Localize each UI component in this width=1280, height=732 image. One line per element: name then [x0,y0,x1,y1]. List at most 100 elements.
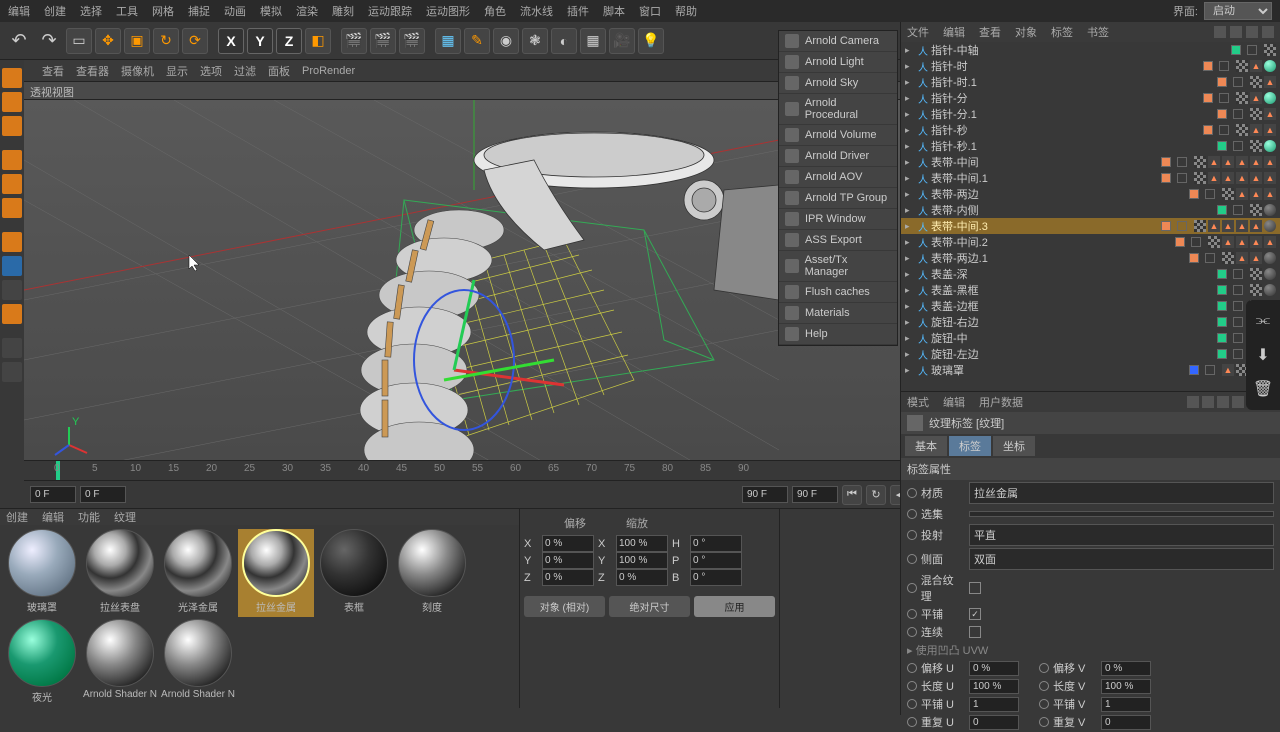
matmenu-纹理[interactable]: 纹理 [114,509,136,525]
matmenu-创建[interactable]: 创建 [6,509,28,525]
omgr-home-icon[interactable] [1230,26,1242,38]
omgr-tab-书签[interactable]: 书签 [1087,24,1109,40]
menu-捕捉[interactable]: 捕捉 [188,3,210,19]
btn-abs[interactable]: 绝对尺寸 [609,596,690,617]
omgr-eye-icon[interactable] [1246,26,1258,38]
vpmenu-ProRender[interactable]: ProRender [302,65,355,77]
material-Arnold Shader N[interactable]: Arnold Shader N [160,619,236,707]
menu-动画[interactable]: 动画 [224,3,246,19]
offset-v[interactable] [1101,661,1151,676]
object-旋钮-中[interactable]: ▸人旋钮-中 [901,330,1280,346]
material-刻度[interactable]: 刻度 [394,529,470,617]
camera[interactable]: ▦ [580,28,606,54]
arnold-arnold-tp-group[interactable]: Arnold TP Group [779,188,897,209]
vpmenu-选项[interactable]: 选项 [200,63,222,79]
material-field[interactable]: 拉丝金属 [969,482,1274,504]
frame-cur[interactable] [80,486,126,503]
material-玻璃罩[interactable]: 玻璃罩 [4,529,80,617]
omgr-tab-标签[interactable]: 标签 [1051,24,1073,40]
arnold-arnold-light[interactable]: Arnold Light [779,52,897,73]
move-tool[interactable]: ✥ [95,28,121,54]
x-axis-toggle[interactable]: X [218,28,244,54]
object-指针-秒[interactable]: ▸人指针-秒▲▲ [901,122,1280,138]
material-表框[interactable]: 表框 [316,529,392,617]
menu-渲染[interactable]: 渲染 [296,3,318,19]
arnold-ass-export[interactable]: ASS Export [779,230,897,251]
omgr-filter-icon[interactable] [1262,26,1274,38]
object-旋钮-左边[interactable]: ▸人旋钮-左边 [901,346,1280,362]
share-icon[interactable]: ⫘ [1252,310,1274,332]
vpmenu-摄像机[interactable]: 摄像机 [121,63,154,79]
tool-d[interactable] [2,304,22,324]
tile-u[interactable] [969,697,1019,712]
frame-total[interactable] [792,486,838,503]
object-表带-内侧[interactable]: ▸人表带-内侧 [901,202,1280,218]
object-指针-中轴[interactable]: ▸人指针-中轴 [901,42,1280,58]
rotate-tool[interactable]: ↻ [153,28,179,54]
attr-tab-标签[interactable]: 标签 [949,436,991,456]
select-tool[interactable]: ▭ [66,28,92,54]
cube-primitive[interactable]: ▦ [435,28,461,54]
poly-mode[interactable] [2,198,22,218]
object-指针-分.1[interactable]: ▸人指针-分.1▲ [901,106,1280,122]
object-表盖-黑框[interactable]: ▸人表盖-黑框 [901,282,1280,298]
tool-b[interactable] [2,256,22,276]
arnold-arnold-driver[interactable]: Arnold Driver [779,146,897,167]
material-夜光[interactable]: 夜光 [4,619,80,707]
object-表带-两边[interactable]: ▸人表带-两边▲▲▲ [901,186,1280,202]
trash-icon[interactable]: 🗑 [1252,378,1274,400]
menu-帮助[interactable]: 帮助 [675,3,697,19]
bulb-icon[interactable]: 💡 [638,28,664,54]
menu-工具[interactable]: 工具 [116,3,138,19]
coord-toggle[interactable]: ◧ [305,28,331,54]
object-旋钮-右边[interactable]: ▸人旋钮-右边 [901,314,1280,330]
render-region[interactable]: 🎬 [370,28,396,54]
z-axis-toggle[interactable]: Z [276,28,302,54]
tile-check[interactable]: ✓ [969,608,981,620]
menu-角色[interactable]: 角色 [484,3,506,19]
menu-插件[interactable]: 插件 [567,3,589,19]
tool-f[interactable] [2,362,22,382]
vpmenu-过滤[interactable]: 过滤 [234,63,256,79]
object-mode[interactable] [2,92,22,112]
omgr-tab-文件[interactable]: 文件 [907,24,929,40]
side-field[interactable]: 双面 [969,548,1274,570]
generator[interactable]: ◉ [493,28,519,54]
menu-选择[interactable]: 选择 [80,3,102,19]
object-指针-秒.1[interactable]: ▸人指针-秒.1 [901,138,1280,154]
goto-start[interactable]: ⏮ [842,485,862,505]
spline-tool[interactable]: ✎ [464,28,490,54]
menu-流水线[interactable]: 流水线 [520,3,553,19]
arnold-arnold-procedural[interactable]: Arnold Procedural [779,94,897,125]
arnold-help[interactable]: Help [779,324,897,345]
vpmenu-查看器[interactable]: 查看器 [76,63,109,79]
arnold-arnold-aov[interactable]: Arnold AOV [779,167,897,188]
vpmenu-显示[interactable]: 显示 [166,63,188,79]
object-表盖-深[interactable]: ▸人表盖-深 [901,266,1280,282]
menu-创建[interactable]: 创建 [44,3,66,19]
attr-tab-坐标[interactable]: 坐标 [993,436,1035,456]
arnold-flush-caches[interactable]: Flush caches [779,282,897,303]
frame-start[interactable] [30,486,76,503]
arnold-materials[interactable]: Materials [779,303,897,324]
mix-check[interactable] [969,582,981,594]
vpmenu-查看[interactable]: 查看 [42,63,64,79]
object-指针-时.1[interactable]: ▸人指针-时.1▲ [901,74,1280,90]
material-光泽金属[interactable]: 光泽金属 [160,529,236,617]
attr-tab-基本[interactable]: 基本 [905,436,947,456]
texture-mode[interactable] [2,116,22,136]
arnold-ipr-window[interactable]: IPR Window [779,209,897,230]
redo-icon[interactable]: ↷ [36,28,62,54]
attr-menu-编辑[interactable]: 编辑 [943,394,965,410]
menu-模拟[interactable]: 模拟 [260,3,282,19]
btn-relative[interactable]: 对象 (相对) [524,596,605,617]
attr-back[interactable] [1187,396,1199,408]
rep-v[interactable] [1101,715,1151,730]
material-拉丝表盘[interactable]: 拉丝表盘 [82,529,158,617]
undo-icon[interactable]: ↶ [6,28,32,54]
menu-雕刻[interactable]: 雕刻 [332,3,354,19]
object-表带-中间.1[interactable]: ▸人表带-中间.1▲▲▲▲▲ [901,170,1280,186]
tool-c[interactable] [2,280,22,300]
matmenu-功能[interactable]: 功能 [78,509,100,525]
menu-窗口[interactable]: 窗口 [639,3,661,19]
